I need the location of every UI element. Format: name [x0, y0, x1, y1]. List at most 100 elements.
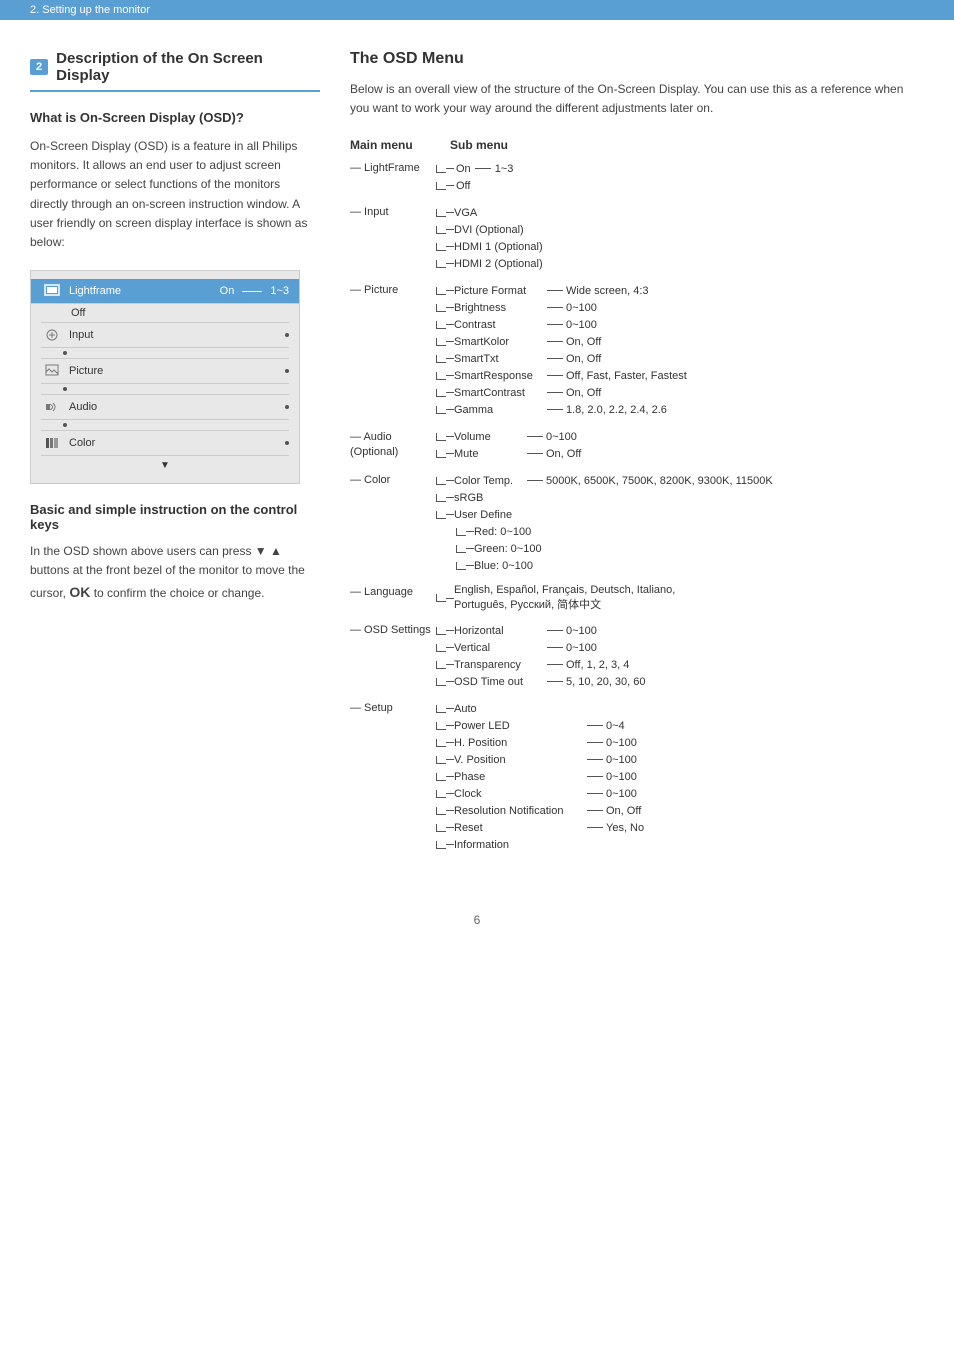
setup-vposition-val: 0~100 — [606, 754, 637, 766]
right-column: The OSD Menu Below is an overall view of… — [350, 50, 924, 863]
color-main: — Color — [350, 472, 436, 574]
color-icon — [41, 434, 63, 452]
audio-volume-label: Volume — [454, 431, 524, 443]
language-subs: English, Español, Français, Deutsch, Ita… — [436, 584, 924, 612]
input-main: — Input — [350, 204, 436, 272]
section-number: 2 — [30, 59, 48, 75]
picture-icon — [41, 362, 63, 380]
osd-transparency: Transparency Off, 1, 2, 3, 4 — [436, 656, 924, 673]
osd-lightframe-row: Lightframe On 1~3 — [31, 279, 299, 304]
osd-transparency-val: Off, 1, 2, 3, 4 — [566, 659, 629, 671]
picture-format-val: Wide screen, 4:3 — [566, 285, 649, 297]
color-block: — Color Color Temp. 5000K, 6500K, 7500K,… — [350, 472, 924, 574]
col-sub-label: Sub menu — [450, 138, 924, 152]
osd-horizontal: Horizontal 0~100 — [436, 622, 924, 639]
color-srgb: sRGB — [436, 489, 924, 506]
dot-right-7 — [285, 441, 289, 445]
lightframe-right: On 1~3 — [220, 285, 289, 297]
osd-picture-row: Picture — [41, 359, 289, 384]
picture-smartresponse: SmartResponse Off, Fast, Faster, Fastest — [436, 367, 924, 384]
color-blue: Blue: 0~100 — [456, 557, 924, 574]
osd-description: On-Screen Display (OSD) is a feature in … — [30, 137, 320, 252]
setup-hposition-val: 0~100 — [606, 737, 637, 749]
osd-vertical-val: 0~100 — [566, 642, 597, 654]
color-temp-val: 5000K, 6500K, 7500K, 8200K, 9300K, 11500… — [546, 475, 773, 487]
color-subs: Color Temp. 5000K, 6500K, 7500K, 8200K, … — [436, 472, 924, 574]
setup-auto-label: Auto — [454, 703, 477, 715]
picture-brightness-val: 0~100 — [566, 302, 597, 314]
setup-clock-label: Clock — [454, 788, 584, 800]
input-hdmi2: HDMI 2 (Optional) — [436, 255, 924, 272]
color-temp-label: Color Temp. — [454, 475, 524, 487]
audio-volume: Volume 0~100 — [436, 428, 924, 445]
setup-reset-val: Yes, No — [606, 822, 644, 834]
dot-right-3 — [285, 369, 289, 373]
setup-vposition-label: V. Position — [454, 754, 584, 766]
input-label: Input — [69, 329, 285, 341]
setup-powerled-label: Power LED — [454, 720, 584, 732]
setup-auto: Auto — [436, 700, 924, 717]
lightframe-on-label: On — [456, 163, 471, 175]
audio-icon — [41, 398, 63, 416]
language-main: — Language — [350, 584, 436, 612]
setup-reset: Reset Yes, No — [436, 819, 924, 836]
audio-label: Audio — [69, 401, 285, 413]
input-dvi: DVI (Optional) — [436, 221, 924, 238]
lightframe-on: On 1~3 — [436, 160, 924, 177]
setup-reset-label: Reset — [454, 822, 584, 834]
top-banner: 2. Setting up the monitor — [0, 0, 954, 20]
input-vga: VGA — [436, 204, 924, 221]
menu-headers: Main menu Sub menu — [350, 138, 924, 152]
left-column: 2 Description of the On Screen Display W… — [30, 50, 320, 863]
what-is-osd-title: What is On-Screen Display (OSD)? — [30, 110, 320, 125]
setup-block: — Setup Auto Power LED 0~4 — [350, 700, 924, 853]
osd-dot-row-4 — [41, 420, 289, 431]
dot-right-4 — [63, 387, 67, 391]
color-red-label: Red: 0~100 — [474, 526, 531, 538]
osd-menu-desc: Below is an overall view of the structur… — [350, 80, 924, 118]
menu-tree: — LightFrame On 1~3 Off — [350, 160, 924, 863]
picture-smartcontrast: SmartContrast On, Off — [436, 384, 924, 401]
setup-clock-val: 0~100 — [606, 788, 637, 800]
setup-resnotif-label: Resolution Notification — [454, 805, 584, 817]
color-temp: Color Temp. 5000K, 6500K, 7500K, 8200K, … — [436, 472, 924, 489]
setup-vposition: V. Position 0~100 — [436, 751, 924, 768]
picture-format: Picture Format Wide screen, 4:3 — [436, 282, 924, 299]
setup-subs: Auto Power LED 0~4 H. Position — [436, 700, 924, 853]
input-block: — Input VGA DVI (Optional) — [350, 204, 924, 272]
osd-settings-block: — OSD Settings Horizontal 0~100 Vertical — [350, 622, 924, 690]
setup-information: Information — [436, 836, 924, 853]
color-red: Red: 0~100 — [456, 523, 924, 540]
input-icon — [41, 326, 63, 344]
osd-settings-subs: Horizontal 0~100 Vertical 0~100 — [436, 622, 924, 690]
dot-right-6 — [63, 423, 67, 427]
audio-mute-label: Mute — [454, 448, 524, 460]
control-text: In the OSD shown above users can press ▼… — [30, 542, 320, 603]
input-hdmi2-label: HDMI 2 (Optional) — [454, 258, 543, 270]
picture-smartcontrast-label: SmartContrast — [454, 387, 544, 399]
color-green: Green: 0~100 — [456, 540, 924, 557]
control-heading: Basic and simple instruction on the cont… — [30, 502, 320, 532]
osd-dot-row-1: Input — [41, 323, 289, 348]
picture-brightness-label: Brightness — [454, 302, 544, 314]
color-srgb-label: sRGB — [454, 492, 483, 504]
lightframe-off: Off — [436, 177, 924, 194]
osd-timeout-label: OSD Time out — [454, 676, 544, 688]
audio-subs: Volume 0~100 Mute On, Off — [436, 428, 924, 462]
lightframe-subs: On 1~3 Off — [436, 160, 924, 194]
setup-resnotif: Resolution Notification On, Off — [436, 802, 924, 819]
picture-smartkolor: SmartKolor On, Off — [436, 333, 924, 350]
dot-right-1 — [285, 333, 289, 337]
setup-clock: Clock 0~100 — [436, 785, 924, 802]
audio-block: — Audio(Optional) Volume 0~100 Mute — [350, 428, 924, 462]
setup-powerled-val: 0~4 — [606, 720, 625, 732]
input-subs: VGA DVI (Optional) HDMI 1 (Optional) — [436, 204, 924, 272]
audio-volume-val: 0~100 — [546, 431, 577, 443]
picture-smartresponse-label: SmartResponse — [454, 370, 544, 382]
setup-main: — Setup — [350, 700, 436, 853]
lightframe-off-label: Off — [456, 180, 470, 192]
osd-audio-row: Audio — [41, 395, 289, 420]
osd-color-row: Color — [41, 431, 289, 456]
picture-format-label: Picture Format — [454, 285, 544, 297]
osd-settings-main: — OSD Settings — [350, 622, 436, 690]
